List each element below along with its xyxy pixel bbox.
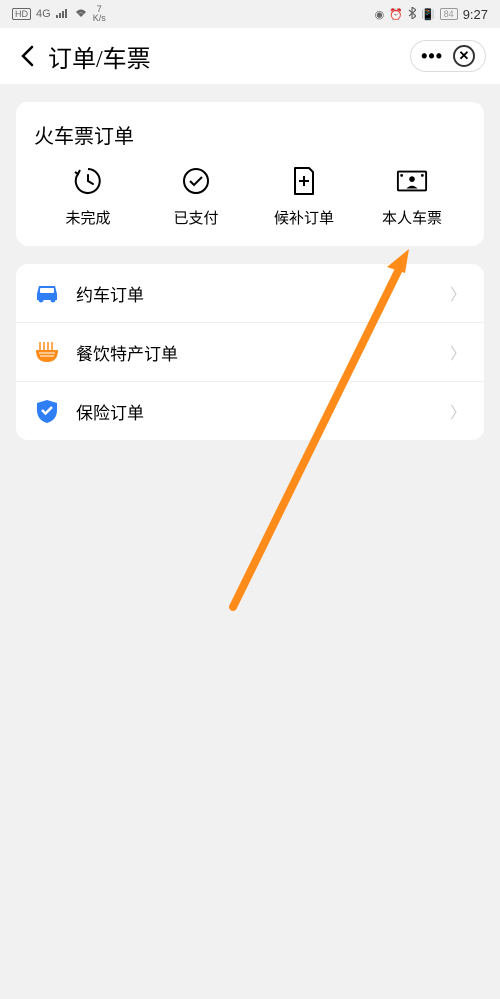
noodle-icon xyxy=(34,339,60,365)
order-list-card: 约车订单 〉 餐饮特产订单 〉 保险订单 〉 xyxy=(16,264,484,440)
action-label: 未完成 xyxy=(65,207,110,228)
action-label: 本人车票 xyxy=(382,207,442,228)
more-button[interactable]: ••• xyxy=(421,46,443,67)
list-item-insurance[interactable]: 保险订单 〉 xyxy=(16,382,484,440)
action-label: 已支付 xyxy=(173,207,218,228)
list-label: 餐饮特产订单 xyxy=(76,340,450,365)
list-label: 保险订单 xyxy=(76,399,450,424)
chevron-right-icon: 〉 xyxy=(450,281,466,305)
action-my-tickets[interactable]: 本人车票 xyxy=(358,165,466,228)
clock-back-icon xyxy=(72,165,104,197)
status-bar: HD 4G 7 K/s ◉ ⏰ 📳 84 9:27 xyxy=(0,0,500,28)
signal-icon xyxy=(56,8,69,21)
close-button[interactable]: ✕ xyxy=(453,45,475,67)
list-item-car[interactable]: 约车订单 〉 xyxy=(16,264,484,323)
list-label: 约车订单 xyxy=(76,281,450,306)
capsule-actions: ••• ✕ xyxy=(410,40,486,72)
chevron-right-icon: 〉 xyxy=(450,340,466,364)
card-title: 火车票订单 xyxy=(34,120,466,149)
back-button[interactable] xyxy=(14,43,40,69)
action-waitlist[interactable]: 候补订单 xyxy=(250,165,358,228)
shield-icon xyxy=(34,398,60,424)
action-label: 候补订单 xyxy=(274,207,334,228)
action-pending[interactable]: 未完成 xyxy=(34,165,142,228)
vibrate-icon: 📳 xyxy=(421,8,435,21)
bluetooth-icon xyxy=(408,7,416,22)
network-4g: 4G xyxy=(36,8,51,20)
wifi-icon xyxy=(74,8,88,21)
file-plus-icon xyxy=(288,165,320,197)
title-bar: 订单/车票 ••• ✕ xyxy=(0,28,500,84)
car-icon xyxy=(34,280,60,306)
action-paid[interactable]: 已支付 xyxy=(142,165,250,228)
alarm-icon: ⏰ xyxy=(389,8,403,21)
eye-icon: ◉ xyxy=(375,8,385,21)
network-speed: 7 K/s xyxy=(93,5,106,23)
list-item-food[interactable]: 餐饮特产订单 〉 xyxy=(16,323,484,382)
battery-indicator: 84 xyxy=(440,8,458,20)
hd-badge: HD xyxy=(12,8,31,20)
ticket-person-icon xyxy=(396,165,428,197)
train-orders-card: 火车票订单 未完成 已支付 候补订单 xyxy=(16,102,484,246)
check-circle-icon xyxy=(180,165,212,197)
chevron-right-icon: 〉 xyxy=(450,399,466,423)
page-title: 订单/车票 xyxy=(48,39,151,74)
clock-time: 9:27 xyxy=(463,7,488,22)
